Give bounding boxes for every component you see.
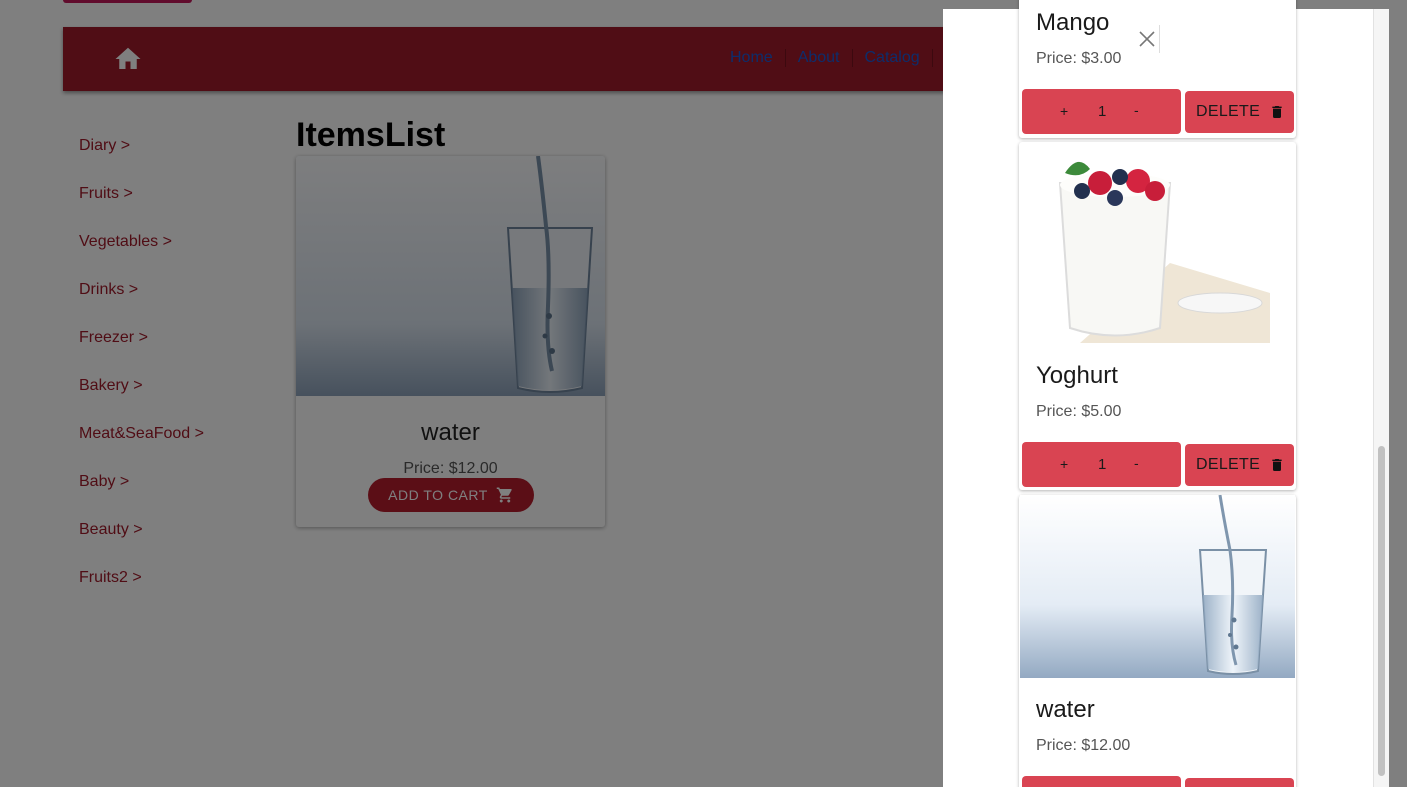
delete-button[interactable]: DELETE bbox=[1185, 444, 1294, 486]
qty-minus-button[interactable]: - bbox=[1134, 102, 1139, 118]
cart-item-name: Mango bbox=[1036, 9, 1110, 36]
delete-button[interactable]: DELETE bbox=[1185, 91, 1294, 133]
cart-item-price: Price: $3.00 bbox=[1036, 50, 1122, 67]
water-glass-image bbox=[1020, 495, 1295, 678]
close-drawer-button[interactable] bbox=[1134, 25, 1160, 53]
delete-label: DELETE bbox=[1196, 456, 1261, 473]
yoghurt-image bbox=[1020, 143, 1270, 343]
quantity-stepper[interactable] bbox=[1022, 776, 1181, 787]
cart-item-mango: Mango Price: $3.00 + 1 - DELETE bbox=[1019, 0, 1296, 138]
qty-value: 1 bbox=[1098, 456, 1107, 473]
trash-icon bbox=[1272, 106, 1282, 118]
qty-minus-button[interactable]: - bbox=[1134, 455, 1139, 471]
cart-item-price: Price: $12.00 bbox=[1036, 737, 1131, 754]
close-icon bbox=[1138, 31, 1155, 47]
cart-item-price: Price: $5.00 bbox=[1036, 403, 1122, 420]
delete-button[interactable] bbox=[1185, 778, 1294, 787]
delete-label: DELETE bbox=[1196, 103, 1261, 120]
cart-item-name: Yoghurt bbox=[1036, 362, 1118, 389]
qty-plus-button[interactable]: + bbox=[1060, 103, 1068, 119]
qty-plus-button[interactable]: + bbox=[1060, 456, 1068, 472]
cart-item-water: water Price: $12.00 bbox=[1019, 495, 1296, 787]
drawer-scrollbar-thumb[interactable] bbox=[1378, 446, 1385, 776]
qty-value: 1 bbox=[1098, 103, 1107, 120]
trash-icon bbox=[1272, 459, 1282, 471]
quantity-stepper[interactable]: + 1 - bbox=[1022, 89, 1181, 134]
cart-item-name: water bbox=[1036, 696, 1095, 723]
quantity-stepper[interactable]: + 1 - bbox=[1022, 442, 1181, 487]
cart-item-yoghurt: Yoghurt Price: $5.00 + 1 - DELETE bbox=[1019, 142, 1296, 490]
